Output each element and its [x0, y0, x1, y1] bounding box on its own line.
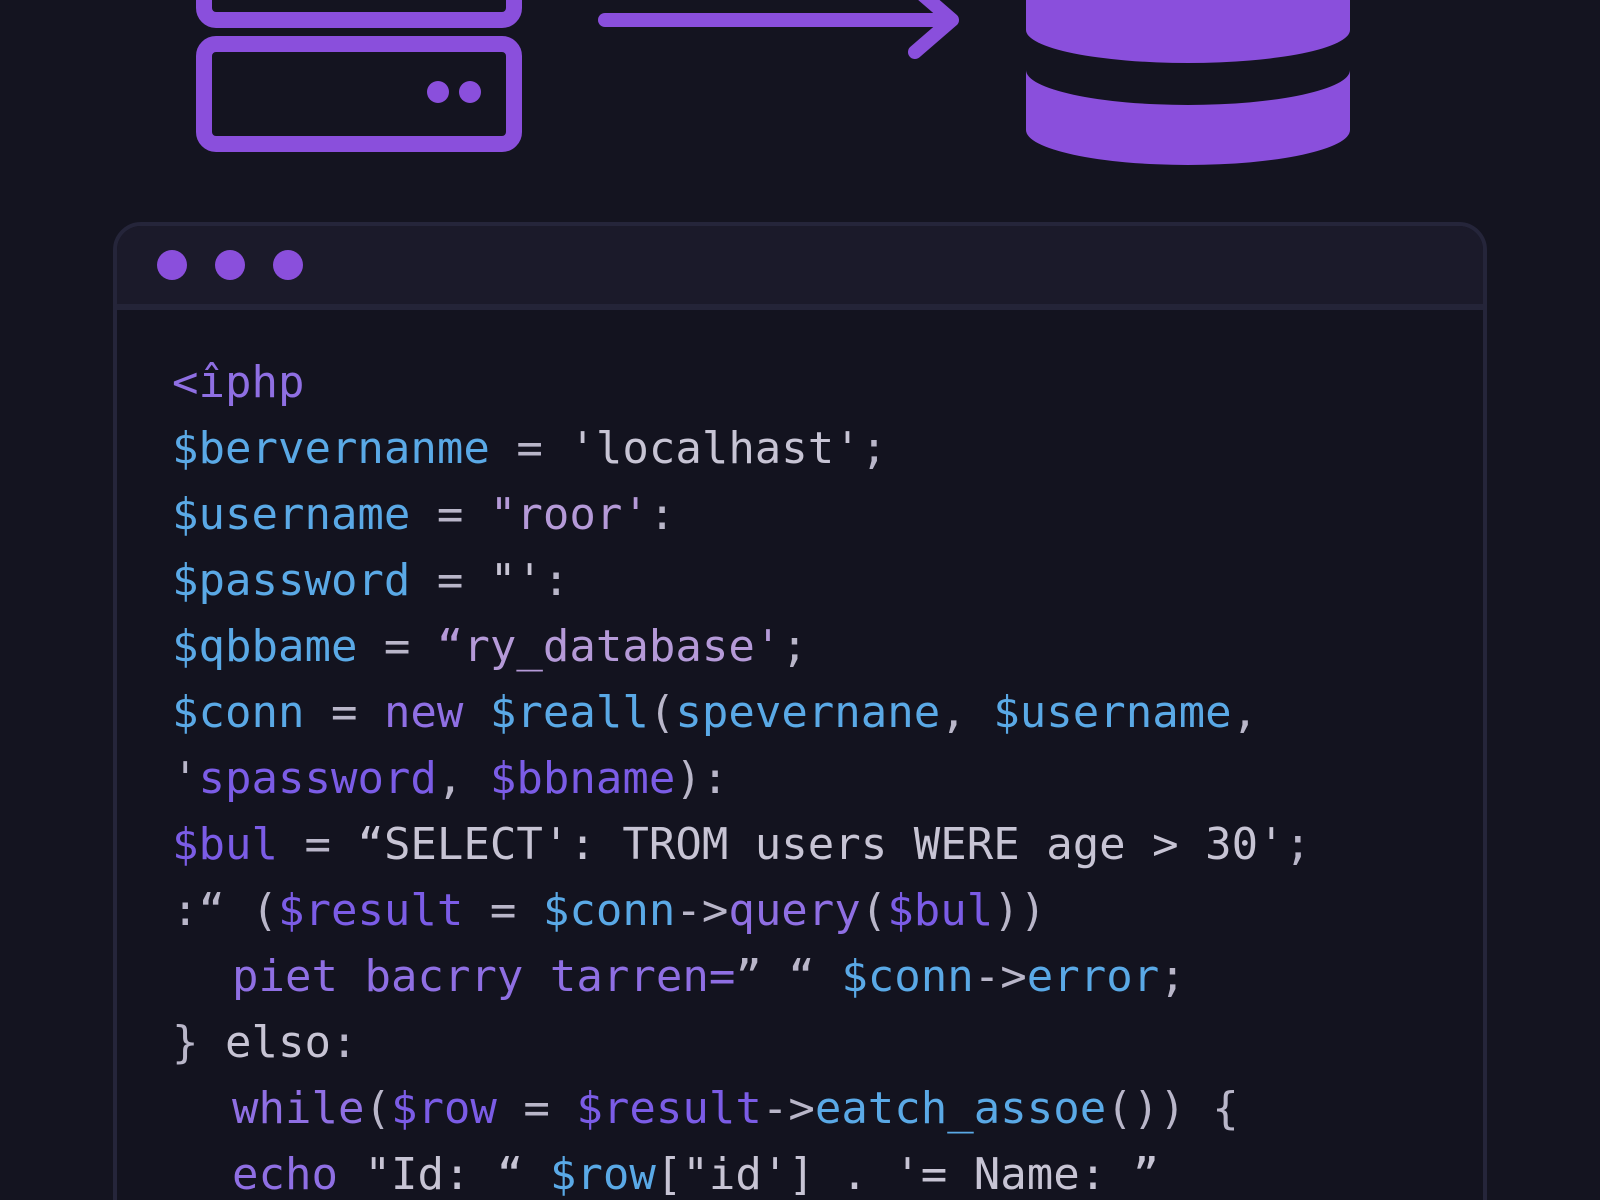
code-line: :“ ($result = $conn->query($bul)) [172, 878, 1483, 944]
code-line: $username = "roor': [172, 482, 1483, 548]
code-line: $bul = “SELECT': TROM users WERE age > 3… [172, 812, 1483, 878]
code-token: spassword [198, 753, 437, 804]
code-token: $bul [887, 885, 994, 936]
code-token: error [1026, 951, 1160, 1002]
window-control-dot[interactable] [215, 250, 245, 280]
code-line: 'spassword, $bbname): [172, 746, 1483, 812]
code-token: ” “ [735, 951, 842, 1002]
code-token: $result [576, 1083, 762, 1134]
code-line: while($row = $result->eatch_assoe()) { [172, 1076, 1483, 1142]
code-token: $conn [172, 687, 305, 738]
code-token: = [463, 885, 543, 936]
code-token: $password [172, 555, 411, 606]
code-token: ; [1284, 819, 1312, 870]
code-token: $bervernanme [172, 423, 490, 474]
code-line: <îphp [172, 350, 1483, 416]
code-token: = [277, 819, 358, 870]
code-token: = [357, 621, 437, 672]
window-control-dot[interactable] [273, 250, 303, 280]
window-titlebar [117, 226, 1483, 310]
code-line: $conn = new $reall(spevernane, $username… [172, 680, 1483, 746]
code-line: } elso: [172, 1010, 1483, 1076]
code-line: $bervernanme = 'localhast'; [172, 416, 1483, 482]
code-token: = [410, 489, 490, 540]
code-token: spevernane [675, 687, 941, 738]
code-token: "' [489, 555, 543, 606]
code-token: $username [172, 489, 411, 540]
arrow-right-icon [598, 0, 959, 59]
illustration-canvas [196, 0, 1350, 165]
code-token: ; [781, 621, 808, 672]
code-token: query [728, 885, 861, 936]
code-token: “ry_database' [436, 621, 782, 672]
code-token: -> [761, 1083, 815, 1134]
code-token: -> [973, 951, 1027, 1002]
code-token: $row [390, 1083, 497, 1134]
code-token: -> [675, 885, 729, 936]
code-token: $qbbame [172, 621, 358, 672]
code-token: echo [232, 1149, 338, 1200]
code-token: ( [648, 687, 676, 738]
code-token: "Id: “ [337, 1149, 550, 1200]
code-token: $reall [489, 687, 649, 738]
code-token: , [1231, 687, 1259, 738]
code-token: piet [232, 951, 338, 1002]
code-token: , [436, 753, 490, 804]
code-token: = [496, 1083, 577, 1134]
code-token: : [330, 1017, 358, 1068]
code-token: $username [993, 687, 1232, 738]
code-token: = [410, 555, 490, 606]
code-line: piet bacrry tarren=” “ $conn->error; [172, 944, 1483, 1010]
code-token: ): [675, 753, 729, 804]
code-line: $qbbame = “ry_database'; [172, 614, 1483, 680]
code-token: $row [549, 1149, 656, 1200]
hero-illustration [0, 0, 1600, 200]
code-token: $conn [841, 951, 974, 1002]
code-token: ; [860, 423, 888, 474]
code-token: } [172, 1017, 225, 1068]
code-token: ( [860, 885, 888, 936]
code-token: ()) { [1106, 1083, 1239, 1134]
code-token: 'localhast' [569, 423, 861, 474]
code-token: ["id'] . '= Name: ” [655, 1149, 1160, 1200]
code-token: :“ ( [172, 885, 278, 936]
code-editor[interactable]: <îphp $bervernanme = 'localhast'; $usernam… [117, 316, 1483, 1200]
code-token: : [648, 489, 676, 540]
code-line: echo "Id: “ $row["id'] . '= Name: ” [172, 1142, 1483, 1200]
code-token: )) [993, 885, 1047, 936]
code-token: ' [172, 753, 199, 804]
code-token: "roor' [489, 489, 649, 540]
code-token: elso [224, 1017, 331, 1068]
code-token: : [542, 555, 570, 606]
database-icon [1026, 0, 1350, 165]
code-token: $bbname [489, 753, 676, 804]
code-token: $conn [542, 885, 676, 936]
server-icon [196, 0, 522, 152]
code-window: <îphp $bervernanme = 'localhast'; $usernam… [113, 222, 1487, 1200]
code-token: bacrry tarren= [364, 951, 736, 1002]
code-token: <îphp [172, 357, 305, 408]
code-line: $password = "': [172, 548, 1483, 614]
code-token: ( [364, 1083, 391, 1134]
code-token: while [232, 1083, 365, 1134]
code-token: “SELECT': TROM users WERE age > 30' [357, 819, 1285, 870]
code-token: , [940, 687, 994, 738]
code-token: new [383, 687, 490, 738]
code-token: $bul [172, 819, 278, 870]
code-token: eatch_assoe [814, 1083, 1107, 1134]
code-token: = [304, 687, 384, 738]
code-token: ; [1159, 951, 1186, 1002]
code-token: $result [277, 885, 464, 936]
code-token: = [489, 423, 570, 474]
window-control-dot[interactable] [157, 250, 187, 280]
